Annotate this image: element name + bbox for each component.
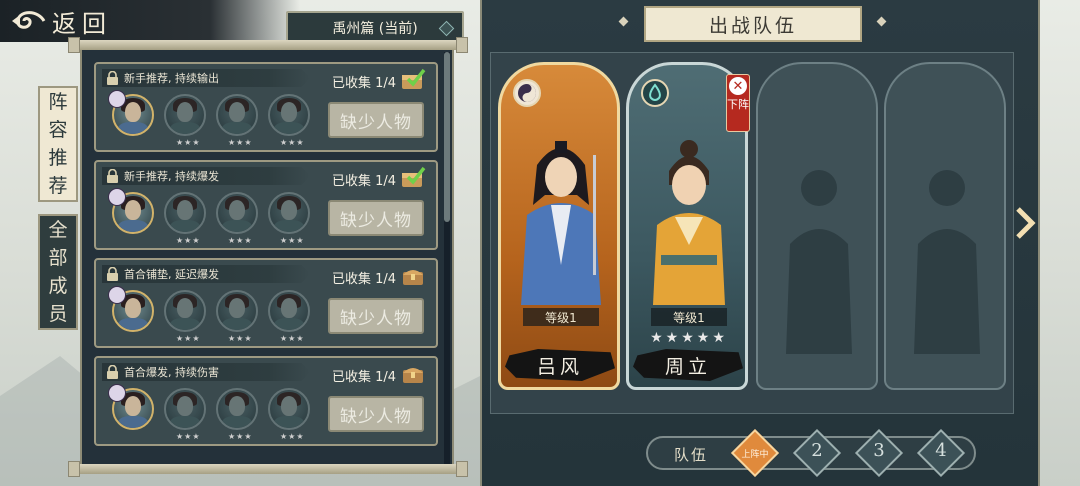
back-label: 返回 — [52, 9, 112, 38]
hero-slot-1[interactable]: 等级1 吕风 — [498, 62, 620, 390]
tab-char: 荐 — [48, 175, 68, 197]
yin-yang-icon — [108, 286, 126, 304]
yin-yang-icon — [108, 188, 126, 206]
lock-icon — [107, 169, 118, 183]
tab-recommended-lineup[interactable]: 阵 容 推 荐 — [38, 86, 78, 202]
back-swirl-icon — [12, 11, 46, 29]
chevron-right-icon[interactable] — [1014, 206, 1036, 240]
lock-icon — [107, 365, 118, 379]
hero-name: 周立 — [633, 349, 743, 381]
collect-count: 已收集 1/4 — [331, 76, 396, 91]
avatar-locked[interactable] — [216, 388, 258, 430]
tab-char: 员 — [48, 303, 68, 325]
team-title: 新手推荐, 持续爆发 — [124, 170, 219, 183]
missing-characters-button[interactable]: 缺少人物 — [328, 102, 424, 138]
star-row: ★★★ — [176, 236, 201, 245]
reward-claimed-icon[interactable] — [400, 67, 426, 91]
star-row: ★★★ — [280, 138, 305, 147]
team-title: 首合爆发, 持续伤害 — [124, 366, 219, 379]
star-row: ★★★ — [280, 334, 305, 343]
team-title: 首合铺垫, 延迟爆发 — [124, 268, 219, 281]
tab-all-members[interactable]: 全 部 成 员 — [38, 214, 78, 330]
squad-active-badge: 上阵中 — [741, 450, 769, 460]
collect-count: 已收集 1/4 — [331, 174, 396, 189]
avatar-locked[interactable] — [268, 192, 310, 234]
reward-claimed-icon[interactable] — [400, 165, 426, 189]
scroll-rod-top — [68, 37, 468, 53]
collect-count: 已收集 1/4 — [331, 272, 396, 287]
team-card[interactable]: 首合铺垫, 延迟爆发 已收集 1/4 ★★★ ★★★ ★★★ 缺少人物 — [94, 258, 438, 348]
yin-yang-icon — [108, 90, 126, 108]
star-row: ★★★ — [280, 236, 305, 245]
star-row: ★★★ — [228, 236, 253, 245]
missing-characters-button[interactable]: 缺少人物 — [328, 200, 424, 236]
collect-count: 已收集 1/4 — [331, 370, 396, 385]
missing-characters-button[interactable]: 缺少人物 — [328, 298, 424, 334]
empty-hero-slot[interactable] — [756, 62, 878, 390]
avatar-locked[interactable] — [164, 192, 206, 234]
team-title-strip: 新手推荐, 持续输出 — [102, 69, 310, 87]
tab-char: 全 — [48, 219, 68, 241]
squad-option-label: 4 — [935, 440, 947, 461]
tab-char: 部 — [48, 247, 68, 269]
hero-level: 等级1 — [651, 308, 727, 326]
water-drop-icon — [641, 79, 669, 107]
missing-characters-button[interactable]: 缺少人物 — [328, 396, 424, 432]
tab-char: 推 — [48, 147, 68, 169]
lock-icon — [107, 71, 118, 85]
star-row: ★★★ — [228, 138, 253, 147]
hero-level: 等级1 — [523, 308, 599, 326]
avatar-locked[interactable] — [164, 388, 206, 430]
empty-hero-slot[interactable] — [884, 62, 1006, 390]
star-row: ★★★ — [176, 138, 201, 147]
squad-option-label: 2 — [811, 440, 823, 461]
silhouette-icon — [786, 170, 852, 354]
treasure-chest-icon[interactable] — [400, 263, 426, 287]
chapter-label: 禹州篇 (当前) — [332, 21, 418, 37]
remove-label: 下阵 — [727, 98, 749, 111]
panel-title: 出战队伍 — [644, 6, 862, 42]
scrollbar-thumb[interactable] — [444, 52, 450, 222]
avatar-locked[interactable] — [216, 192, 258, 234]
star-row: ★★★ — [280, 432, 305, 441]
star-row: ★★★ — [228, 432, 253, 441]
team-title-strip: 新手推荐, 持续爆发 — [102, 167, 310, 185]
avatar-locked[interactable] — [216, 290, 258, 332]
hero-stars: ★★★★★ — [650, 330, 728, 346]
scroll-rod-bottom — [68, 461, 468, 477]
avatar-locked[interactable] — [164, 94, 206, 136]
avatar-locked[interactable] — [268, 388, 310, 430]
star-row: ★★★ — [176, 432, 201, 441]
team-card[interactable]: 新手推荐, 持续输出 已收集 1/4 ★★★ ★★★ ★★★ 缺少人物 — [94, 62, 438, 152]
treasure-chest-icon[interactable] — [400, 361, 426, 385]
avatar-locked[interactable] — [164, 290, 206, 332]
diamond-icon — [438, 20, 455, 37]
avatar-locked[interactable] — [268, 290, 310, 332]
hero-portrait-zhouli — [653, 140, 725, 305]
scrollbar[interactable] — [444, 52, 450, 464]
team-title-strip: 首合爆发, 持续伤害 — [102, 363, 310, 381]
yin-yang-icon — [513, 79, 541, 107]
team-title: 新手推荐, 持续输出 — [124, 72, 219, 85]
remove-hero-button[interactable]: ✕ 下阵 — [726, 74, 750, 132]
close-icon: ✕ — [729, 77, 747, 95]
tab-char: 阵 — [48, 91, 68, 113]
star-row: ★★★ — [176, 334, 201, 343]
tab-char: 成 — [48, 275, 68, 297]
lock-icon — [107, 267, 118, 281]
tab-char: 容 — [48, 119, 68, 141]
back-button[interactable]: 返回 — [0, 0, 300, 42]
yin-yang-icon — [108, 384, 126, 402]
hero-name: 吕风 — [505, 349, 615, 381]
silhouette-icon — [914, 170, 980, 354]
squad-option-label: 3 — [873, 440, 885, 461]
squad-label: 队伍 — [674, 446, 709, 464]
star-row: ★★★ — [228, 334, 253, 343]
team-card[interactable]: 新手推荐, 持续爆发 已收集 1/4 ★★★ ★★★ ★★★ 缺少人物 — [94, 160, 438, 250]
team-card[interactable]: 首合爆发, 持续伤害 已收集 1/4 ★★★ ★★★ ★★★ 缺少人物 — [94, 356, 438, 446]
avatar-locked[interactable] — [268, 94, 310, 136]
team-title-strip: 首合铺垫, 延迟爆发 — [102, 265, 310, 283]
avatar-locked[interactable] — [216, 94, 258, 136]
hero-portrait-lvfeng — [521, 141, 601, 305]
